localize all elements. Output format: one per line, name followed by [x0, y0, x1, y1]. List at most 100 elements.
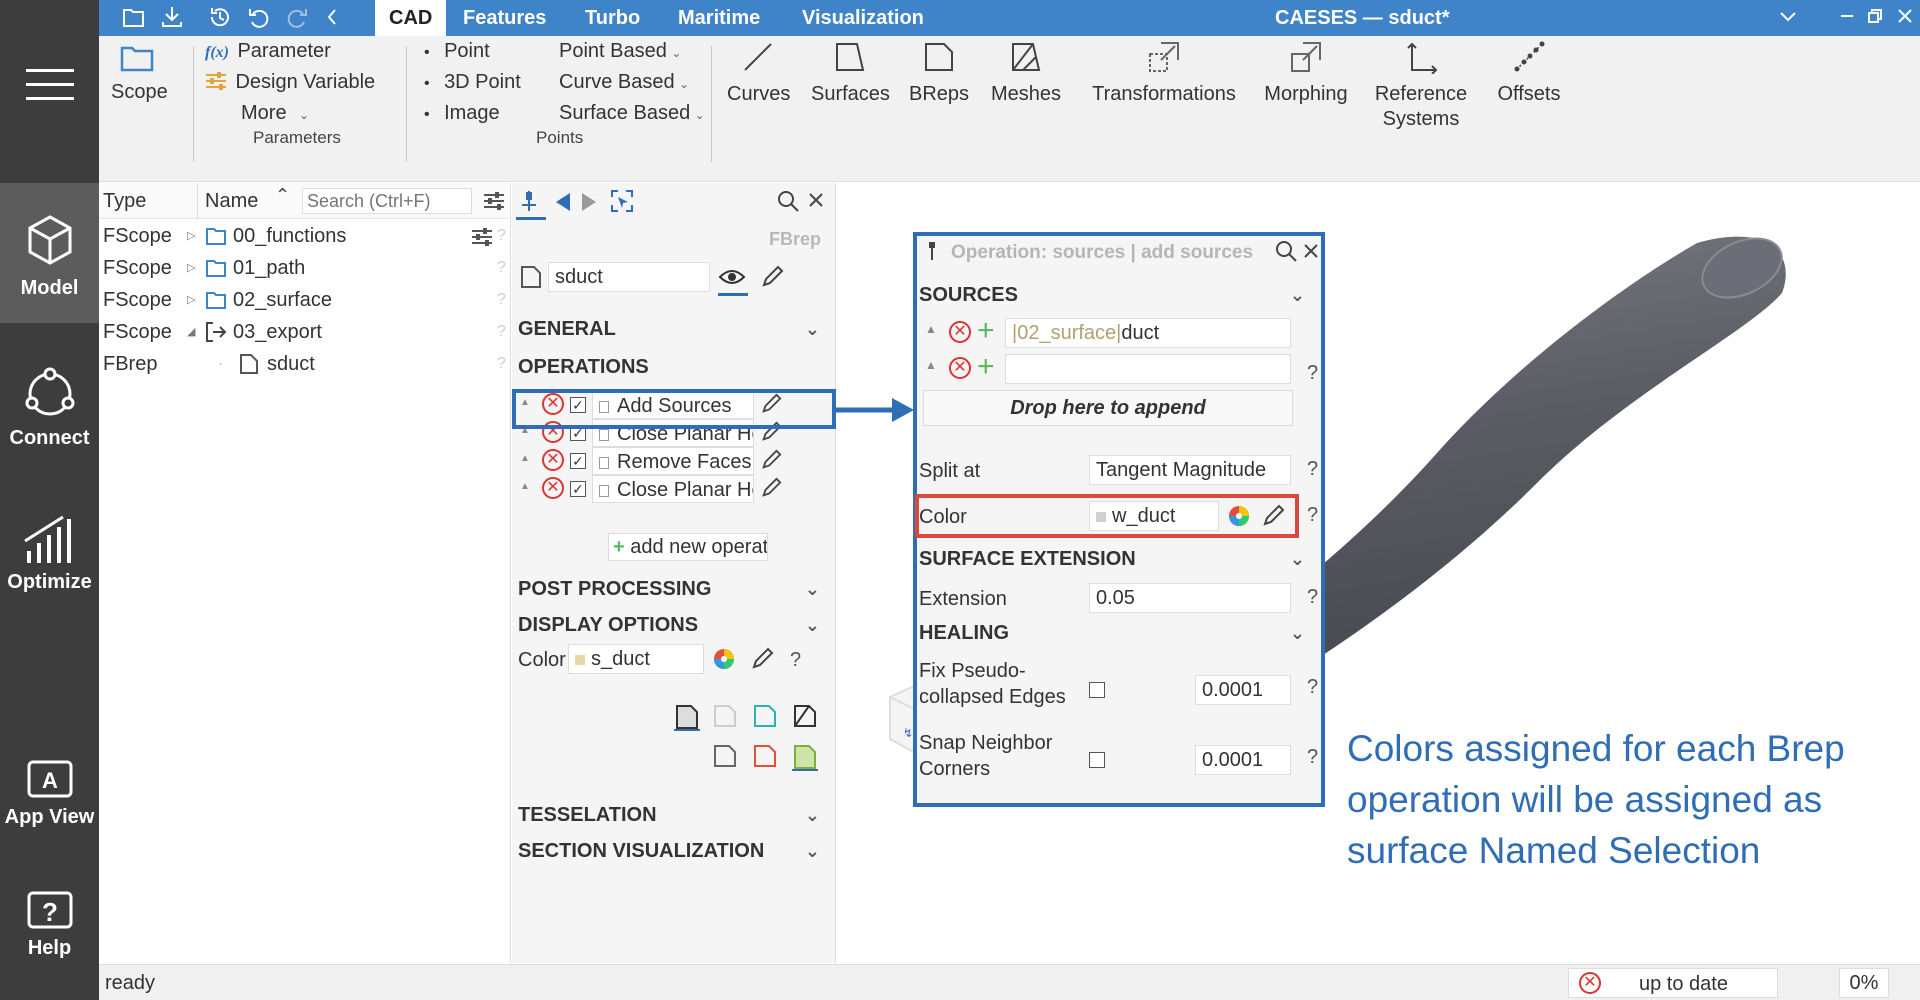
- help-icon[interactable]: ?: [1307, 676, 1318, 699]
- section-surface-extension[interactable]: SURFACE EXTENSION ⌄: [919, 542, 1319, 576]
- tab-maritime[interactable]: Maritime: [678, 0, 760, 36]
- select-target-icon[interactable]: [610, 189, 634, 213]
- drag-handle-icon[interactable]: ▲: [520, 453, 530, 464]
- history-icon[interactable]: [208, 5, 232, 29]
- pin-icon[interactable]: [925, 240, 939, 262]
- split-at-select[interactable]: Tangent Magnitude: [1089, 455, 1291, 485]
- expand-arrow-icon[interactable]: ▷: [187, 252, 195, 284]
- restore-icon[interactable]: [1867, 8, 1883, 24]
- tree-row[interactable]: FScope ▷ 00_functions?: [99, 220, 509, 252]
- section-healing[interactable]: HEALING ⌄: [919, 616, 1319, 650]
- help-icon[interactable]: ?: [497, 252, 506, 284]
- drag-handle-icon[interactable]: ▲: [925, 358, 937, 372]
- reference-systems-button[interactable]: Reference Systems: [1371, 40, 1471, 131]
- point-based-button[interactable]: Point Based ⌄: [559, 40, 681, 63]
- drop-zone[interactable]: Drop here to append: [923, 390, 1293, 426]
- rail-optimize[interactable]: Optimize: [0, 505, 99, 605]
- filter-settings-icon[interactable]: [471, 227, 493, 247]
- close-icon[interactable]: [808, 192, 824, 208]
- object-name-field[interactable]: sduct: [548, 262, 710, 292]
- help-icon[interactable]: ?: [497, 220, 506, 252]
- rail-connect[interactable]: Connect: [0, 355, 99, 455]
- wireframe-mode-icon[interactable]: [792, 703, 818, 729]
- help-icon[interactable]: ?: [497, 316, 506, 348]
- outline-mode-icon[interactable]: [712, 743, 738, 769]
- point-button[interactable]: • Point: [424, 40, 490, 63]
- source-2-field[interactable]: [1005, 354, 1291, 384]
- tree-row[interactable]: FScope ▷ 02_surface?: [99, 284, 509, 316]
- tab-visualization[interactable]: Visualization: [802, 0, 924, 36]
- breps-button[interactable]: BReps: [909, 40, 969, 106]
- remove-source-icon[interactable]: ✕: [949, 321, 971, 343]
- help-icon[interactable]: ?: [790, 649, 801, 672]
- update-status[interactable]: ✕ up to date: [1568, 968, 1778, 998]
- undo-icon[interactable]: [247, 5, 271, 29]
- close-icon[interactable]: [1897, 8, 1913, 24]
- color-wheel-icon[interactable]: [712, 647, 736, 671]
- pencil-icon[interactable]: [760, 265, 784, 289]
- operation-enabled-checkbox[interactable]: ✓: [570, 453, 586, 469]
- redo-icon[interactable]: [285, 5, 309, 29]
- tab-features[interactable]: Features: [463, 0, 546, 36]
- pencil-icon[interactable]: [750, 647, 774, 671]
- pencil-icon[interactable]: [760, 477, 782, 499]
- section-tesselation[interactable]: TESSELATION ⌄: [512, 797, 834, 833]
- section-general[interactable]: GENERAL ⌄: [512, 311, 834, 347]
- section-display-options[interactable]: DISPLAY OPTIONS ⌄: [512, 607, 834, 643]
- add-source-icon[interactable]: +: [977, 314, 995, 348]
- color-select[interactable]: w_duct: [1089, 501, 1219, 531]
- open-folder-icon[interactable]: [122, 6, 146, 28]
- search-input[interactable]: [302, 188, 472, 214]
- tab-turbo[interactable]: Turbo: [585, 0, 640, 36]
- pencil-icon[interactable]: [760, 449, 782, 471]
- expand-arrow-icon[interactable]: ·: [219, 348, 223, 380]
- minimize-icon[interactable]: [1839, 8, 1855, 24]
- curves-button[interactable]: Curves: [727, 40, 790, 106]
- help-icon[interactable]: ?: [497, 284, 506, 316]
- edges-mode-icon[interactable]: [752, 703, 778, 729]
- pin-icon[interactable]: [518, 189, 540, 213]
- morphing-button[interactable]: Morphing: [1261, 40, 1351, 106]
- section-operations[interactable]: OPERATIONS: [512, 349, 834, 385]
- section-post-processing[interactable]: POST PROCESSING ⌄: [512, 571, 834, 607]
- remove-source-icon[interactable]: ✕: [949, 357, 971, 379]
- operation-enabled-checkbox[interactable]: ✓: [570, 481, 586, 497]
- rail-model[interactable]: Model: [0, 183, 99, 323]
- pencil-icon[interactable]: [1261, 504, 1285, 528]
- surfaces-button[interactable]: Surfaces: [811, 40, 890, 106]
- green-fill-mode-icon[interactable]: [792, 743, 818, 771]
- forward-arrow-icon[interactable]: [580, 191, 598, 213]
- rail-help[interactable]: ? Help: [0, 885, 99, 975]
- help-icon[interactable]: ?: [1307, 746, 1318, 769]
- chevron-down-icon[interactable]: [1779, 10, 1797, 24]
- parameter-button[interactable]: f(x) Parameter: [205, 40, 331, 63]
- remove-operation-icon[interactable]: ✕: [542, 449, 564, 471]
- meshes-button[interactable]: Meshes: [989, 40, 1063, 106]
- close-icon[interactable]: [1303, 243, 1319, 259]
- search-icon[interactable]: [777, 190, 799, 212]
- help-icon[interactable]: ?: [497, 348, 506, 380]
- menu-button[interactable]: [0, 55, 99, 115]
- col-name-header[interactable]: Name: [205, 190, 258, 213]
- expand-arrow-icon[interactable]: ▷: [187, 284, 195, 316]
- fix-pseudo-checkbox[interactable]: [1089, 682, 1105, 698]
- tree-row[interactable]: FBrep · sduct?: [99, 348, 509, 380]
- help-icon[interactable]: ?: [1307, 458, 1318, 481]
- add-source-icon[interactable]: +: [977, 350, 995, 384]
- section-sources[interactable]: SOURCES ⌄: [919, 278, 1319, 312]
- rail-app-view[interactable]: A App View: [0, 752, 99, 842]
- shaded-mode-icon[interactable]: [674, 703, 700, 731]
- red-outline-mode-icon[interactable]: [752, 743, 778, 769]
- expand-arrow-icon[interactable]: ▷: [187, 220, 195, 252]
- collapse-arrow-icon[interactable]: [325, 8, 339, 26]
- 3d-point-button[interactable]: • 3D Point: [424, 71, 521, 94]
- image-button[interactable]: • Image: [424, 102, 500, 125]
- tree-row[interactable]: FScope ◢ 03_export?: [99, 316, 509, 348]
- drag-handle-icon[interactable]: ▲: [520, 481, 530, 492]
- tree-row[interactable]: FScope ▷ 01_path?: [99, 252, 509, 284]
- help-icon[interactable]: ?: [1307, 504, 1318, 527]
- save-icon[interactable]: [160, 5, 184, 29]
- design-variable-button[interactable]: Design Variable: [205, 71, 375, 94]
- search-icon[interactable]: [1275, 240, 1297, 262]
- drag-handle-icon[interactable]: ▲: [925, 322, 937, 336]
